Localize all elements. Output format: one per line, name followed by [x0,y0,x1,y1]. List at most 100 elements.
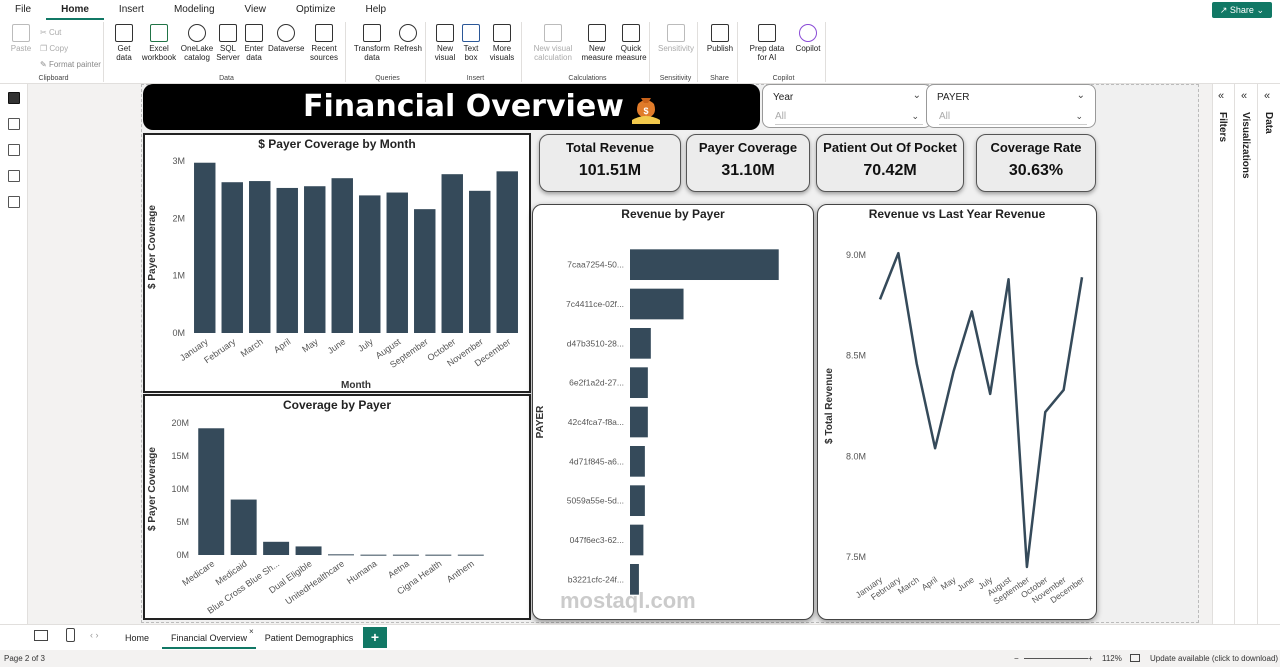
model-view-icon[interactable] [8,144,20,156]
text-box-button[interactable]: Text box [460,24,482,62]
dax-query-icon[interactable] [8,170,20,182]
new-visual-calculation-button[interactable]: New visual calculation [528,24,578,62]
share-group-label: Share [710,75,729,82]
x-tick-label: July [356,336,375,354]
page-tab-home[interactable]: Home [114,627,160,649]
bar [630,288,684,320]
update-notice[interactable]: Update available (click to download) [1150,650,1278,667]
chevron-down-icon[interactable]: ⌄ [911,111,919,122]
zoom-out-button[interactable]: − [1014,650,1019,667]
prep-data-for-ai-button[interactable]: Prep data for AI [744,24,790,62]
tab-help[interactable]: Help [350,0,401,20]
copilot-group: Prep data for AI Copilot Copilot [742,22,826,82]
payer-coverage-by-month-chart[interactable]: $ Payer Coverage by Month 0M 1M 2M 3M $ Paye… [143,133,531,393]
revenue-vs-last-year-chart[interactable]: Revenue vs Last Year Revenue 7.5M 8.0M 8.5… [817,204,1097,620]
year-slicer-value[interactable]: All [775,109,923,125]
sensitivity-label: Sensitivity [659,75,692,82]
dataverse-button[interactable]: Dataverse [268,24,304,53]
collapse-icon[interactable]: « [1264,90,1270,102]
year-slicer[interactable]: Year ⌄ All ⌄ [762,84,932,128]
tab-file[interactable]: File [0,0,46,20]
recent-label: Recent sources [309,44,338,62]
payer-slicer-value[interactable]: All [939,109,1087,125]
excel-label: Excel workbook [141,44,177,62]
enter-data-label: Enter data [244,44,264,62]
excel-workbook-button[interactable]: Excel workbook [140,24,178,62]
refresh-button[interactable]: Refresh [392,24,424,53]
get-data-button[interactable]: Get data [112,24,136,62]
page-tab-financial-overview[interactable]: Financial Overview [162,627,256,649]
tab-modeling[interactable]: Modeling [159,0,230,20]
calculator-icon [588,24,606,42]
tab-home[interactable]: Home [46,0,104,20]
table-view-icon[interactable] [8,118,20,130]
recent-icon [315,24,333,42]
sql-server-button[interactable]: SQL Server [216,24,240,62]
patient-oop-card[interactable]: Patient Out Of Pocket 70.42M [816,134,964,192]
clipboard-group: Paste ✂ Cut ❐ Copy ✎ Format painter Clip… [4,22,104,82]
total-revenue-card[interactable]: Total Revenue 101.51M [539,134,681,192]
card-title: Payer Coverage [698,140,798,155]
tab-insert[interactable]: Insert [104,0,159,20]
y-tick-label: 4d71f845-a6... [569,456,624,466]
fit-to-page-icon[interactable] [1130,654,1140,662]
payer-slicer[interactable]: PAYER ⌄ All ⌄ [926,84,1096,128]
transform-data-button[interactable]: Transform data [352,24,392,62]
quick-measure-label: Quick measure [615,44,647,62]
publish-button[interactable]: Publish [704,24,736,53]
card-title: Total Revenue [566,140,654,155]
visualizations-pane-label[interactable]: Visualizations [1240,112,1251,179]
page-tab-patient-demographics[interactable]: Patient Demographics [260,627,358,649]
add-page-button[interactable]: + [363,627,387,648]
bar [630,367,648,399]
refresh-label: Refresh [393,44,422,53]
data-pane-label[interactable]: Data [1263,112,1274,134]
paste-button[interactable]: Paste [8,24,34,53]
x-tick-label: Aetna [386,558,411,580]
coverage-by-payer-chart[interactable]: Coverage by Payer 0M 5M 10M 15M 20M $ Payer C… [143,394,531,620]
quick-measure-button[interactable]: Quick measure [614,24,648,62]
x-tick-label: Medicare [180,558,216,587]
onelake-catalog-button[interactable]: OneLake catalog [180,24,214,62]
bar [249,181,271,333]
zoom-slider[interactable] [1024,658,1088,659]
collapse-icon[interactable]: « [1241,90,1247,102]
x-tick-label: May [939,574,959,592]
collapse-icon[interactable]: « [1218,90,1224,102]
sensitivity-button[interactable]: Sensitivity [656,24,696,53]
data-pane[interactable]: « Data [1259,84,1280,624]
chevron-down-icon[interactable]: ⌄ [913,90,921,101]
chevron-down-icon[interactable]: ⌄ [1075,111,1083,122]
bar [221,182,243,333]
copilot-button[interactable]: Copilot [792,24,824,53]
chart-svg: 0M5M10M15M20M$ Payer CoverageMedicareMed… [147,418,484,616]
bar [630,485,645,517]
filters-pane-label[interactable]: Filters [1217,112,1228,142]
share-button[interactable]: ↗ Share ⌄ [1211,2,1272,18]
copy-button[interactable]: ❐ Copy [40,44,68,53]
new-measure-button[interactable]: New measure [580,24,614,62]
format-painter-button[interactable]: ✎ Format painter [40,60,101,69]
tab-view[interactable]: View [230,0,282,20]
more-visuals-button[interactable]: More visuals [484,24,520,62]
recent-sources-button[interactable]: Recent sources [306,24,342,62]
zoom-in-button[interactable]: + [1088,650,1093,667]
cut-button[interactable]: ✂ Cut [40,28,61,37]
chevron-down-icon[interactable]: ⌄ [1077,90,1085,101]
tab-optimize[interactable]: Optimize [281,0,350,20]
mobile-layout-icon[interactable] [66,628,75,642]
close-icon[interactable]: × [249,627,254,636]
ribbon: Paste ✂ Cut ❐ Copy ✎ Format painter Clip… [0,20,1280,84]
payer-coverage-card[interactable]: Payer Coverage 31.10M [686,134,810,192]
filters-pane[interactable]: « Filters [1213,84,1235,624]
page-nav-arrows[interactable]: ‹ › [90,630,99,640]
coverage-rate-card[interactable]: Coverage Rate 30.63% [976,134,1096,192]
revenue-by-payer-chart[interactable]: Revenue by Payer PAYER 7caa7254-50... 7c44… [532,204,814,620]
report-view-icon[interactable] [8,92,20,104]
desktop-layout-icon[interactable] [34,630,48,641]
new-visual-button[interactable]: New visual [432,24,458,62]
enter-data-button[interactable]: Enter data [242,24,266,62]
visualizations-pane[interactable]: « Visualizations [1236,84,1258,624]
x-tick-label: June [955,574,976,593]
tmdl-view-icon[interactable] [8,196,20,208]
